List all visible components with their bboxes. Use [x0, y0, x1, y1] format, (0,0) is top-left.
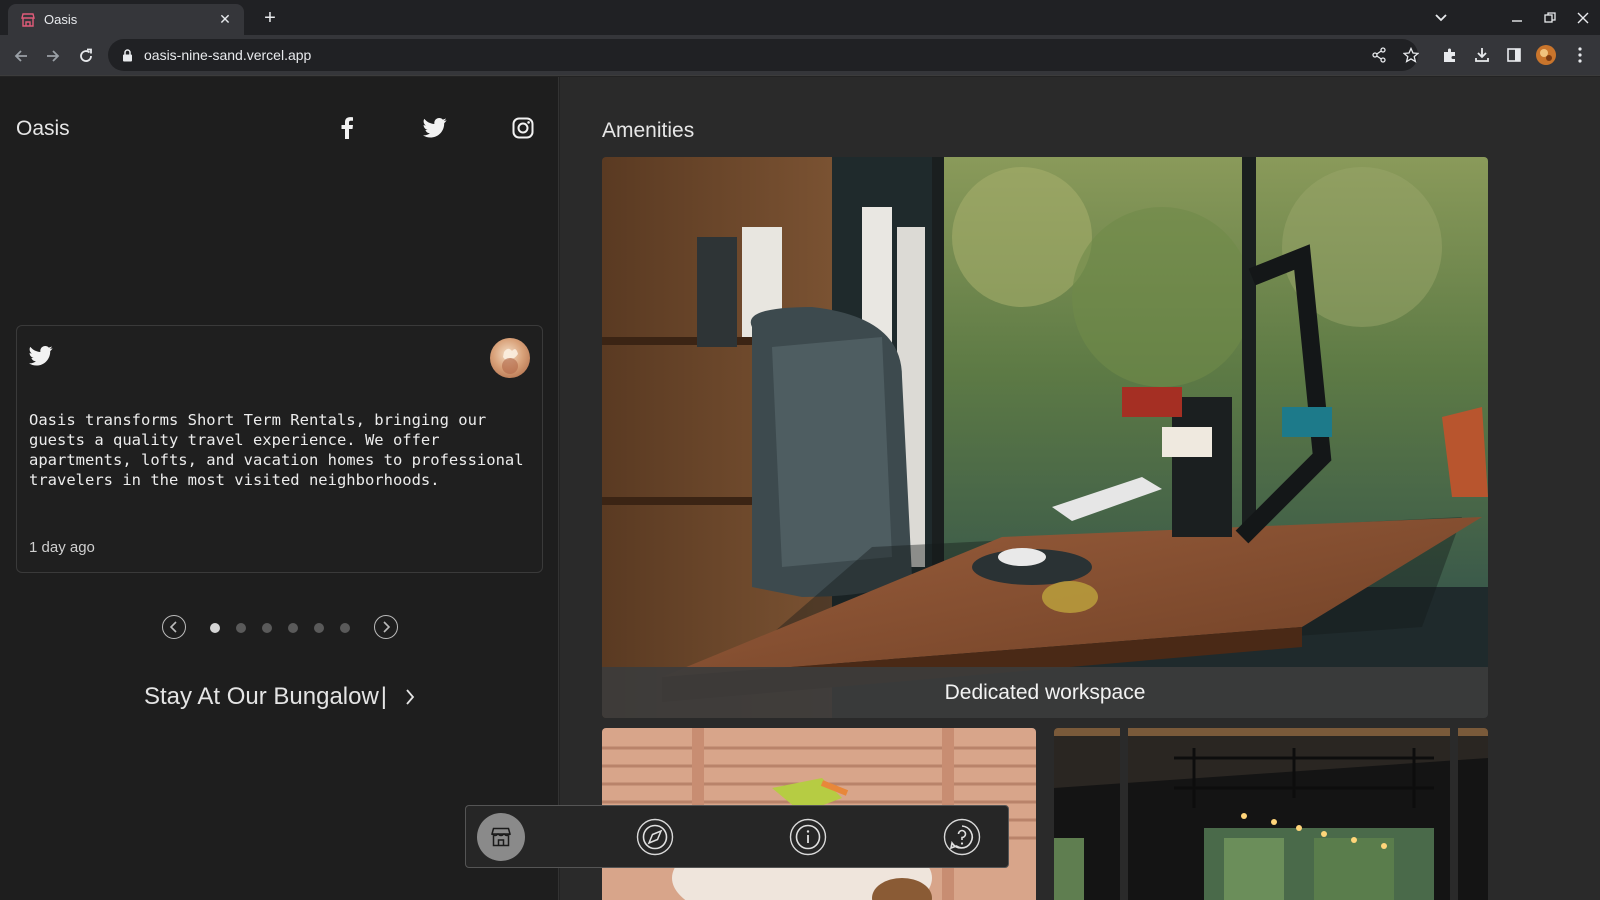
new-tab-button[interactable]: +	[258, 6, 282, 30]
testimonial-text: Oasis transforms Short Term Rentals, bri…	[29, 411, 524, 489]
workspace-photo	[602, 157, 1488, 718]
amenity-card-kitchen[interactable]	[1054, 728, 1488, 900]
info-icon	[789, 818, 827, 856]
dock-help-button[interactable]	[938, 813, 986, 861]
browser-tab[interactable]: Oasis ✕	[8, 4, 244, 35]
twitter-icon[interactable]	[422, 115, 448, 141]
store-favicon-icon	[20, 12, 36, 28]
share-icon[interactable]	[1367, 43, 1391, 67]
reload-button[interactable]	[73, 43, 99, 69]
carousel-dot-4[interactable]	[288, 623, 298, 633]
stay-cta-link[interactable]: Stay At Our Bungalow |	[144, 683, 419, 711]
carousel-prev-button[interactable]	[162, 615, 186, 639]
restore-button[interactable]	[1533, 0, 1567, 35]
browser-menu-icon[interactable]	[1568, 43, 1592, 67]
carousel-pager	[162, 615, 402, 641]
amenity-caption: Dedicated workspace	[602, 667, 1488, 718]
lock-icon	[120, 48, 134, 62]
typing-cursor: |	[380, 683, 388, 710]
profile-avatar[interactable]	[1534, 43, 1558, 67]
testimonial-timestamp: 1 day ago	[29, 539, 95, 556]
twitter-icon	[28, 346, 53, 370]
dock-info-button[interactable]	[784, 813, 832, 861]
browser-tab-strip: Oasis ✕ +	[0, 0, 1600, 35]
side-panel-icon[interactable]	[1502, 43, 1526, 67]
tab-close-icon[interactable]: ✕	[216, 11, 234, 29]
chevron-right-icon	[405, 687, 419, 707]
minimize-button[interactable]	[1500, 0, 1534, 35]
tab-title: Oasis	[44, 12, 78, 27]
help-icon	[943, 818, 981, 856]
instagram-icon[interactable]	[510, 115, 536, 141]
extensions-icon[interactable]	[1438, 43, 1462, 67]
back-button[interactable]	[8, 43, 34, 69]
carousel-dot-2[interactable]	[236, 623, 246, 633]
kitchen-photo	[1054, 728, 1488, 900]
facebook-icon[interactable]	[334, 115, 360, 141]
main-content: Amenities Dedicated workspace	[560, 77, 1600, 900]
address-bar[interactable]: oasis-nine-sand.vercel.app	[108, 39, 1418, 71]
carousel-dot-6[interactable]	[340, 623, 350, 633]
url-text: oasis-nine-sand.vercel.app	[144, 47, 312, 63]
stay-cta-text: Stay At Our Bungalow	[144, 683, 379, 710]
store-icon	[491, 827, 511, 847]
bottom-nav-dock	[465, 805, 1009, 868]
brand-logo-text[interactable]: Oasis	[16, 117, 70, 141]
compass-icon	[636, 818, 674, 856]
amenity-card-featured[interactable]: Dedicated workspace	[602, 157, 1488, 718]
dock-explore-button[interactable]	[631, 813, 679, 861]
download-icon[interactable]	[1470, 43, 1494, 67]
close-window-button[interactable]	[1566, 0, 1600, 35]
carousel-dot-1[interactable]	[210, 623, 220, 633]
avatar	[490, 338, 530, 378]
carousel-dot-5[interactable]	[314, 623, 324, 633]
dock-store-button[interactable]	[477, 813, 525, 861]
bookmark-star-icon[interactable]	[1399, 43, 1423, 67]
sidebar: Oasis Oasis transforms Short Term Rental…	[0, 77, 559, 900]
testimonial-card: Oasis transforms Short Term Rentals, bri…	[16, 325, 543, 573]
tab-search-icon[interactable]	[1424, 0, 1458, 35]
carousel-next-button[interactable]	[374, 615, 398, 639]
carousel-dot-3[interactable]	[262, 623, 272, 633]
section-title: Amenities	[602, 119, 695, 142]
forward-button[interactable]	[40, 43, 66, 69]
